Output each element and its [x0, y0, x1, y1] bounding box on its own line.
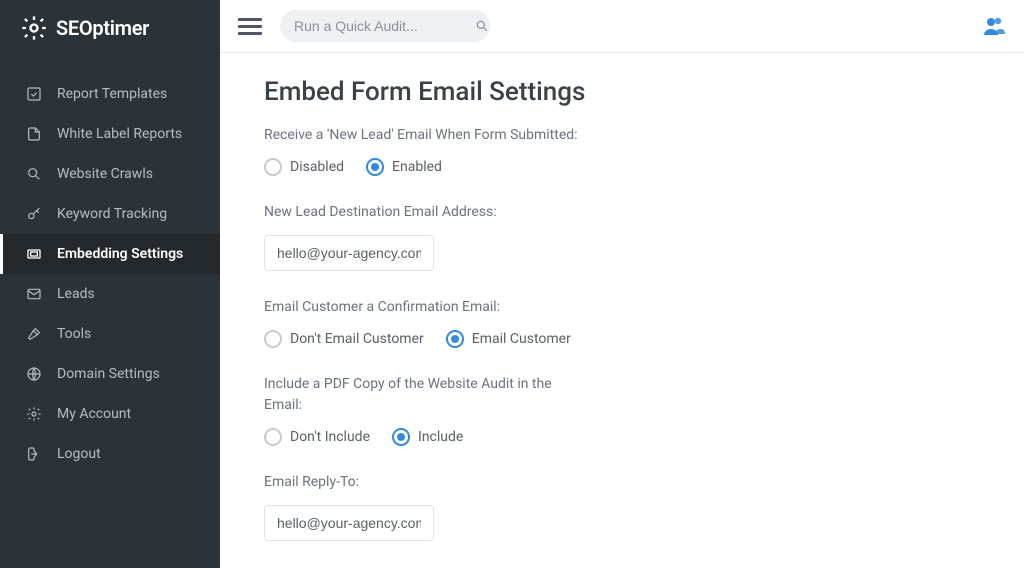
sidebar-item-label: Leads [57, 286, 95, 302]
sidebar-item-website-crawls[interactable]: Website Crawls [0, 154, 220, 194]
gear-icon [25, 405, 43, 423]
reply-to-label: Email Reply-To: [264, 472, 584, 493]
sidebar-item-label: Report Templates [57, 86, 167, 102]
sidebar-item-label: Logout [57, 446, 101, 462]
sidebar-item-logout[interactable]: Logout [0, 434, 220, 474]
globe-icon [25, 365, 43, 383]
radio-icon [264, 158, 282, 176]
pdf-include-radio[interactable]: Include [392, 428, 463, 446]
radio-label: Enabled [392, 159, 442, 175]
radio-icon [392, 428, 410, 446]
brand-name: SEOptimer [56, 16, 149, 40]
pdf-label: Include a PDF Copy of the Website Audit … [264, 374, 584, 416]
radio-icon [366, 158, 384, 176]
sidebar-item-label: Domain Settings [57, 366, 160, 382]
confirm-email-radio[interactable]: Email Customer [446, 330, 571, 348]
sidebar-item-leads[interactable]: Leads [0, 274, 220, 314]
sidebar-item-report-templates[interactable]: Report Templates [0, 74, 220, 114]
new-lead-disabled-radio[interactable]: Disabled [264, 158, 344, 176]
search-icon [475, 19, 489, 33]
reply-to-input[interactable] [264, 505, 434, 541]
embed-icon [25, 245, 43, 263]
radio-icon [264, 330, 282, 348]
search-box[interactable] [280, 10, 490, 42]
user-menu-button[interactable] [982, 14, 1006, 38]
topbar [220, 0, 1024, 53]
sidebar-item-label: Keyword Tracking [57, 206, 167, 222]
confirm-email-label: Email Customer a Confirmation Email: [264, 297, 584, 318]
pdf-dont-include-radio[interactable]: Don't Include [264, 428, 370, 446]
sidebar-item-white-label-reports[interactable]: White Label Reports [0, 114, 220, 154]
search-input[interactable] [294, 18, 475, 34]
sidebar-item-embedding-settings[interactable]: Embedding Settings [0, 234, 220, 274]
radio-label: Don't Email Customer [290, 331, 424, 347]
sidebar: SEOptimer Report Templates White Label R… [0, 0, 220, 568]
sidebar-item-label: Embedding Settings [57, 246, 183, 262]
dest-email-label: New Lead Destination Email Address: [264, 202, 584, 223]
mail-icon [25, 285, 43, 303]
dest-email-input[interactable] [264, 235, 434, 271]
new-lead-enabled-radio[interactable]: Enabled [366, 158, 442, 176]
document-icon [25, 125, 43, 143]
sidebar-item-label: White Label Reports [57, 126, 182, 142]
sidebar-item-label: Tools [57, 326, 91, 342]
radio-label: Don't Include [290, 429, 370, 445]
menu-toggle-button[interactable] [238, 14, 262, 38]
radio-icon [264, 428, 282, 446]
nav: Report Templates White Label Reports Web… [0, 56, 220, 474]
logout-icon [25, 445, 43, 463]
sidebar-item-my-account[interactable]: My Account [0, 394, 220, 434]
magnify-icon [25, 165, 43, 183]
sidebar-item-label: Website Crawls [57, 166, 153, 182]
radio-icon [446, 330, 464, 348]
radio-label: Include [418, 429, 463, 445]
content: Embed Form Email Settings Receive a 'New… [220, 53, 1024, 568]
radio-label: Disabled [290, 159, 344, 175]
confirm-dont-email-radio[interactable]: Don't Email Customer [264, 330, 424, 348]
sidebar-item-label: My Account [57, 406, 131, 422]
radio-label: Email Customer [472, 331, 571, 347]
sidebar-item-domain-settings[interactable]: Domain Settings [0, 354, 220, 394]
new-lead-label: Receive a 'New Lead' Email When Form Sub… [264, 125, 584, 146]
logo-icon [20, 14, 48, 42]
sidebar-item-keyword-tracking[interactable]: Keyword Tracking [0, 194, 220, 234]
logo[interactable]: SEOptimer [0, 0, 220, 56]
page-title: Embed Form Email Settings [264, 77, 980, 107]
pencil-square-icon [25, 85, 43, 103]
key-icon [25, 205, 43, 223]
sidebar-item-tools[interactable]: Tools [0, 314, 220, 354]
hammer-icon [25, 325, 43, 343]
